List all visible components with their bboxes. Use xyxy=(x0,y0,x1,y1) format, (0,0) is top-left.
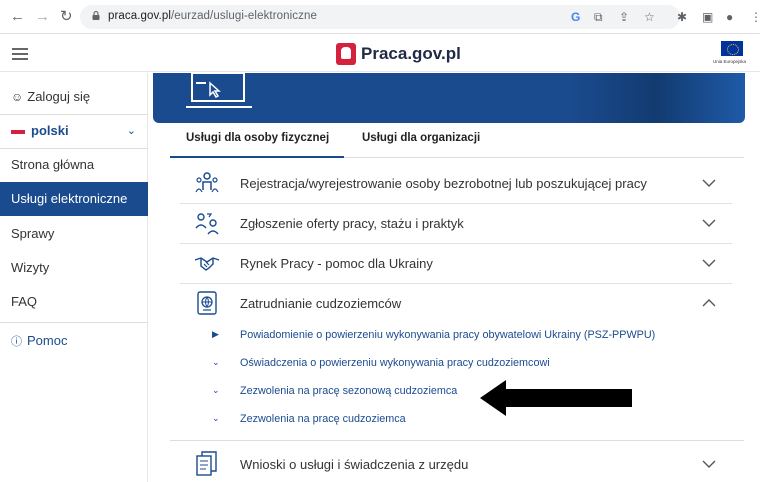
chevron-down-icon[interactable] xyxy=(702,216,716,230)
translate-icon[interactable]: ⧉ xyxy=(594,10,603,25)
subitem-label: Zezwolenia na pracę sezonową cudzoziemca xyxy=(240,385,458,397)
reload-icon[interactable]: ↻ xyxy=(60,9,73,25)
chevron-right-icon: ▶ xyxy=(212,329,219,339)
help-label: Pomoc xyxy=(27,333,68,348)
google-icon[interactable]: G xyxy=(571,10,580,24)
share-icon[interactable]: ⇪ xyxy=(619,10,629,24)
help-link[interactable]: ⓘ Pomoc xyxy=(0,324,148,358)
service-row-foreigners[interactable]: Zatrudnianie cudzoziemców xyxy=(180,284,732,320)
browser-toolbar: ← → ↻ praca.gov.pl/eurzad/uslugi-elektro… xyxy=(0,0,760,34)
chevron-down-icon[interactable] xyxy=(702,457,716,471)
chevron-down-icon: ⌄ xyxy=(212,357,220,367)
extensions-icon[interactable]: ✱ xyxy=(677,10,687,24)
service-label: Zatrudnianie cudzoziemców xyxy=(240,296,402,311)
service-label: Rejestracja/wyrejestrowanie osoby bezrob… xyxy=(240,176,647,191)
profile-icon[interactable]: ● xyxy=(726,10,733,24)
forward-icon[interactable]: → xyxy=(35,9,50,25)
subitem-label: Powiadomienie o powierzeniu wykonywania … xyxy=(240,329,656,341)
login-link[interactable]: ☺ Zaloguj się xyxy=(0,80,148,114)
url-text[interactable]: praca.gov.pl/eurzad/uslugi-elektroniczne xyxy=(108,10,317,22)
hamburger-menu-icon[interactable] xyxy=(12,48,28,60)
language-label: polski xyxy=(31,123,69,138)
language-select[interactable]: polski ⌄ xyxy=(0,114,148,148)
documents-icon xyxy=(196,451,217,476)
chevron-down-icon: ⌄ xyxy=(126,125,136,137)
site-title[interactable]: Praca.gov.pl xyxy=(361,44,461,64)
chevron-down-icon: ⌄ xyxy=(212,413,220,423)
people-registration-icon xyxy=(195,172,219,193)
eu-label: Unia Europejska xyxy=(713,59,747,64)
divider xyxy=(170,440,744,441)
subitem-label: Oświadczenia o powierzeniu wykonywania p… xyxy=(240,357,550,369)
site-header: Praca.gov.pl xyxy=(0,34,760,72)
tab-organization[interactable]: Usługi dla organizacji xyxy=(362,132,480,144)
login-label: Zaloguj się xyxy=(27,89,91,104)
menu-icon[interactable]: ⋮ xyxy=(750,10,760,24)
service-label: Zgłoszenie oferty pracy, stażu i praktyk xyxy=(240,216,464,231)
service-row-applications[interactable]: Wnioski o usługi i świadczenia z urzędu xyxy=(180,445,732,482)
sidebar-item-home[interactable]: Strona główna xyxy=(0,148,148,182)
service-row-ukraine[interactable]: Rynek Pracy - pomoc dla Ukrainy xyxy=(180,244,732,284)
handshake-icon xyxy=(194,257,220,271)
chevron-up-icon[interactable] xyxy=(702,296,716,310)
url-domain: praca.gov.pl xyxy=(108,10,171,22)
service-label: Wnioski o usługi i świadczenia z urzędu xyxy=(240,457,469,472)
info-icon: ⓘ xyxy=(11,336,22,348)
divider xyxy=(0,322,148,323)
lock-icon xyxy=(92,11,100,20)
chevron-down-icon[interactable] xyxy=(702,176,716,190)
poland-emblem-icon xyxy=(336,43,356,65)
annotation-arrow-icon xyxy=(480,380,632,416)
service-row-registration[interactable]: Rejestracja/wyrejestrowanie osoby bezrob… xyxy=(180,164,732,204)
sidebar: ☺ Zaloguj się polski ⌄ Strona główna Usłu… xyxy=(0,73,148,482)
chevron-down-icon[interactable] xyxy=(702,256,716,270)
job-offer-icon xyxy=(195,213,219,235)
subitem-label: Zezwolenia na pracę cudzoziemca xyxy=(240,413,406,425)
tab-individual[interactable]: Usługi dla osoby fizycznej xyxy=(186,132,329,144)
passport-globe-icon xyxy=(197,291,217,315)
sidepanel-icon[interactable]: ▣ xyxy=(702,10,713,24)
back-icon[interactable]: ← xyxy=(10,9,25,25)
laptop-cursor-icon xyxy=(186,73,252,108)
service-label: Rynek Pracy - pomoc dla Ukrainy xyxy=(240,256,433,271)
url-path: /eurzad/uslugi-elektroniczne xyxy=(171,10,317,22)
app-root: ← → ↻ praca.gov.pl/eurzad/uslugi-elektro… xyxy=(0,0,760,482)
sidebar-item-cases[interactable]: Sprawy xyxy=(0,217,148,251)
service-row-job-offer[interactable]: Zgłoszenie oferty pracy, stażu i praktyk xyxy=(180,204,732,244)
sidebar-item-faq[interactable]: FAQ xyxy=(0,285,148,319)
sidebar-item-e-services[interactable]: Usługi elektroniczne xyxy=(0,182,148,216)
star-icon[interactable]: ☆ xyxy=(644,10,655,24)
poland-flag-icon xyxy=(11,129,25,134)
sidebar-item-visits[interactable]: Wizyty xyxy=(0,251,148,285)
chevron-down-icon: ⌄ xyxy=(212,385,220,395)
active-tab-indicator xyxy=(170,156,344,158)
user-circle-icon: ☺ xyxy=(11,90,24,104)
eu-flag-icon xyxy=(721,41,743,56)
